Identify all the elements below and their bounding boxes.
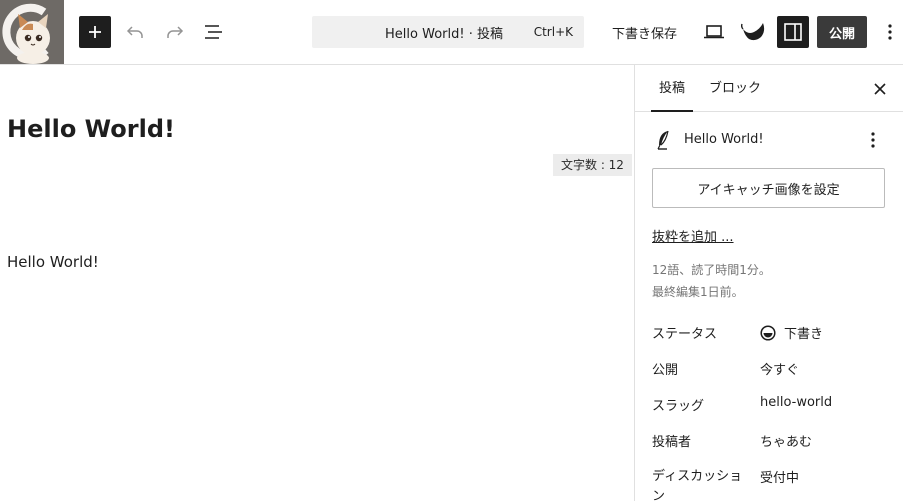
more-vertical-icon [888,24,892,40]
desktop-preview-icon [704,25,724,39]
discussion-button[interactable]: 受付中 [760,467,799,486]
editor-header: Hello World! · 投稿 Ctrl+K 下書き保存 公開 [0,0,903,65]
author-label: 投稿者 [652,435,692,450]
post-card-title: Hello World! [684,132,764,147]
editor-canvas[interactable]: Hello World! 文字数 : 12 Hello World! [0,65,634,501]
jetpack-button[interactable] [738,16,770,48]
block-inserter-button[interactable] [79,16,111,48]
author-button[interactable]: ちゃあむ [760,431,812,450]
jetpack-icon [741,23,765,41]
command-palette-bar[interactable]: Hello World! · 投稿 Ctrl+K [312,16,584,48]
tab-post[interactable]: 投稿 [651,65,693,112]
slug-label: スラッグ [652,399,705,414]
publish-label: 公開 [652,363,679,378]
word-count-badge: 文字数 : 12 [553,154,632,176]
settings-sidebar-toggle[interactable] [777,16,809,48]
status-value-button[interactable]: 下書き [760,323,823,342]
post-title[interactable]: Hello World! [7,115,175,143]
publish-date-button[interactable]: 今すぐ [760,359,799,378]
more-vertical-icon [871,132,875,148]
sidebar-tabs: 投稿 ブロック [635,65,903,112]
publish-button[interactable]: 公開 [817,16,867,48]
discussion-label: ディスカッション [652,469,743,501]
options-menu-button[interactable] [878,16,902,48]
command-shortcut: Ctrl+K [533,25,573,39]
sidebar-toggle-icon [784,23,802,41]
save-draft-button[interactable]: 下書き保存 [604,16,685,48]
set-featured-image-button[interactable]: アイキャッチ画像を設定 [652,168,885,208]
status-value: 下書き [784,327,824,342]
settings-sidebar: 投稿 ブロック Hello World! アイキャッチ画像を設定 抜粋を追加 .… [634,65,903,501]
site-logo[interactable] [0,0,64,64]
slug-button[interactable]: hello-world [760,395,832,410]
tab-block[interactable]: ブロック [709,65,761,112]
redo-icon [167,26,184,38]
undo-icon [126,26,143,38]
paragraph-block[interactable]: Hello World! [7,253,99,271]
document-overview-button[interactable] [198,16,230,48]
last-edited-text: 最終編集1日前。 [652,285,744,299]
redo-button[interactable] [159,16,191,48]
post-feather-icon [657,130,669,150]
status-label: ステータス [652,327,718,342]
post-meta-info: 12語、読了時間1分。 最終編集1日前。 [652,259,771,303]
plus-icon [89,26,101,38]
post-actions-button[interactable] [861,127,885,153]
undo-button[interactable] [119,16,151,48]
draft-status-icon [760,324,776,341]
add-excerpt-link[interactable]: 抜粋を追加 ... [652,226,734,245]
preview-button[interactable] [698,16,730,48]
reading-time-text: 12語、読了時間1分。 [652,263,771,277]
close-icon [874,83,886,95]
close-sidebar-button[interactable] [868,77,892,101]
list-view-icon [205,25,222,39]
